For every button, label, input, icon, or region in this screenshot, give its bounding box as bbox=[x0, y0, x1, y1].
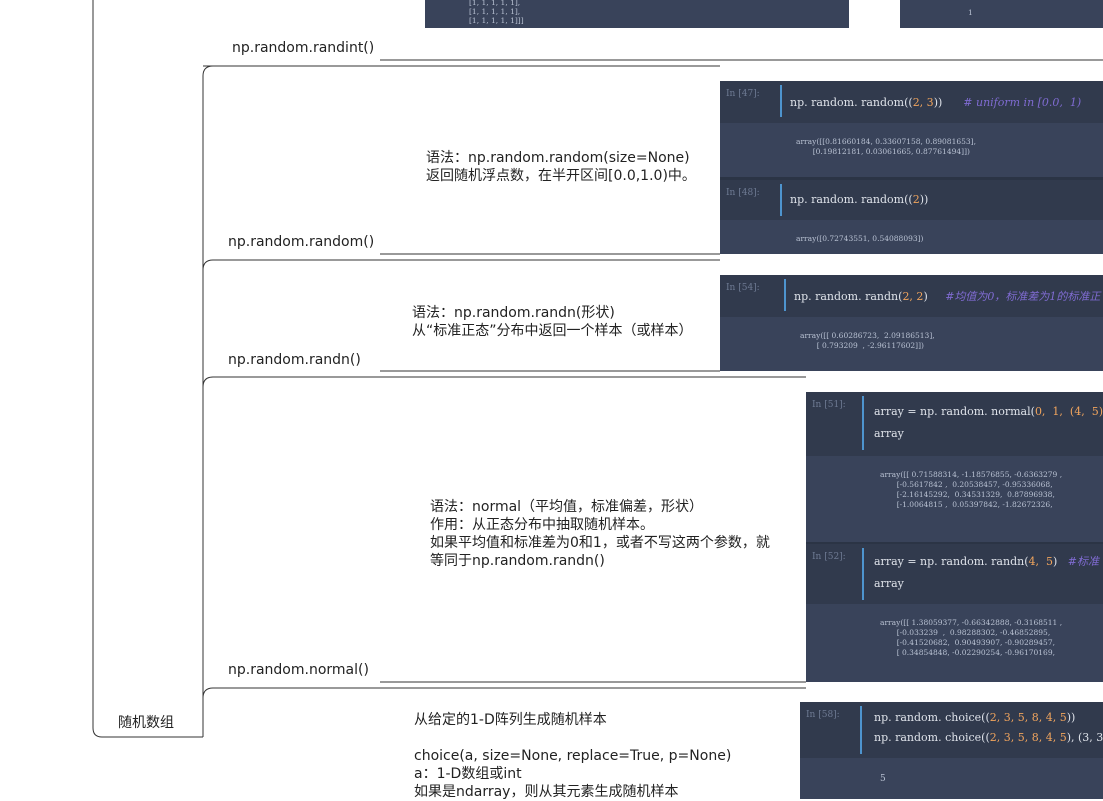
input-cell: In [48]: np. random. random((2)) bbox=[720, 180, 1103, 220]
code-line: np. random. random((2)) bbox=[790, 193, 929, 206]
input-cell: In [51]: array = np. random. normal(0, 1… bbox=[806, 392, 1103, 456]
cell-prompt: In [54]: bbox=[726, 283, 760, 293]
prev-output-value: 1 bbox=[968, 8, 973, 17]
code-line: np. random. random((2, 3)) # uniform in … bbox=[790, 96, 1082, 109]
code-line: np. random. choice((2, 3, 5, 8, 4, 5)) bbox=[874, 711, 1076, 724]
input-cell: In [58]: np. random. choice((2, 3, 5, 8,… bbox=[800, 702, 1103, 758]
desc-normal: 语法：normal（平均值，标准偏差，形状） 作用：从正态分布中抽取随机样本。 … bbox=[430, 499, 770, 569]
cell-output: array([[0.81660184, 0.33607158, 0.890816… bbox=[796, 137, 976, 156]
code-line: array bbox=[874, 427, 904, 440]
input-cell: In [52]: array = np. random. randn(4, 5)… bbox=[806, 544, 1103, 604]
branch-label-random: np.random.random() bbox=[228, 234, 375, 250]
cell-prompt: In [52]: bbox=[812, 552, 846, 562]
prev-output-line: [1, 1, 1, 1, 1]]] bbox=[469, 16, 524, 25]
output-cell: array([[ 1.38059377, -0.66342888, -0.316… bbox=[806, 604, 1103, 682]
prev-code-image-left: [1, 1, 1, 1, 1], [1, 1, 1, 1, 1], [1, 1,… bbox=[425, 0, 849, 28]
code-line: np. random. randn(2, 2) #均值为0，标准差为1的标准正 bbox=[794, 290, 1101, 303]
connector-random-bottom bbox=[202, 259, 720, 271]
code-image-randn: In [54]: np. random. randn(2, 2) #均值为0，标… bbox=[720, 275, 1103, 371]
output-cell: array([[ 0.60286723, 2.09186513], [ 0.79… bbox=[720, 317, 1103, 371]
code-line: array = np. random. randn(4, 5) #标准 bbox=[874, 555, 1099, 568]
code-image-choice: In [58]: np. random. choice((2, 3, 5, 8,… bbox=[800, 702, 1103, 799]
code-line: np. random. choice((2, 3, 5, 8, 4, 5), (… bbox=[874, 731, 1103, 744]
cell-prompt: In [48]: bbox=[726, 188, 760, 198]
cell-prompt: In [58]: bbox=[806, 710, 840, 720]
prev-code-image-right: 1 bbox=[900, 0, 1103, 28]
branch-label-randint: np.random.randint() bbox=[232, 40, 375, 56]
cell-output: array([[ 0.71588314, -1.18576855, -0.636… bbox=[880, 470, 1063, 509]
connector-randn bbox=[202, 376, 806, 388]
output-cell: 5 bbox=[800, 758, 1103, 799]
desc-choice: 从给定的1-D阵列生成随机样本 choice(a, size=None, rep… bbox=[414, 712, 732, 800]
desc-random: 语法：np.random.random(size=None) 返回随机浮点数，在… bbox=[426, 150, 696, 184]
input-cell: In [54]: np. random. randn(2, 2) #均值为0，标… bbox=[720, 275, 1103, 317]
code-image-normal: In [51]: array = np. random. normal(0, 1… bbox=[806, 392, 1103, 682]
root-connector bbox=[92, 0, 203, 738]
cell-prompt: In [51]: bbox=[812, 400, 846, 410]
cell-output: array([[ 0.60286723, 2.09186513], [ 0.79… bbox=[800, 331, 935, 350]
output-cell: array([[ 0.71588314, -1.18576855, -0.636… bbox=[806, 456, 1103, 542]
cell-prompt: In [47]: bbox=[726, 89, 760, 99]
cell-output: 5 bbox=[880, 774, 886, 784]
connector-normal bbox=[202, 687, 806, 699]
desc-randn: 语法：np.random.randn(形状) 从“标准正态”分布中返回一个样本（… bbox=[412, 305, 693, 339]
code-line: array bbox=[874, 577, 904, 590]
root-label: 随机数组 bbox=[118, 715, 174, 731]
output-cell: array([0.72743551, 0.54088093]) bbox=[720, 220, 1103, 254]
code-image-random: In [47]: np. random. random((2, 3)) # un… bbox=[720, 81, 1103, 254]
branch-label-randn: np.random.randn() bbox=[228, 352, 361, 368]
cell-output: array([[ 1.38059377, -0.66342888, -0.316… bbox=[880, 618, 1063, 657]
code-line: array = np. random. normal(0, 1, (4, 5) bbox=[874, 405, 1103, 418]
cell-output: array([0.72743551, 0.54088093]) bbox=[796, 234, 924, 243]
branch-label-normal: np.random.normal() bbox=[228, 662, 369, 678]
output-cell: array([[0.81660184, 0.33607158, 0.890816… bbox=[720, 123, 1103, 177]
input-cell: In [47]: np. random. random((2, 3)) # un… bbox=[720, 81, 1103, 123]
